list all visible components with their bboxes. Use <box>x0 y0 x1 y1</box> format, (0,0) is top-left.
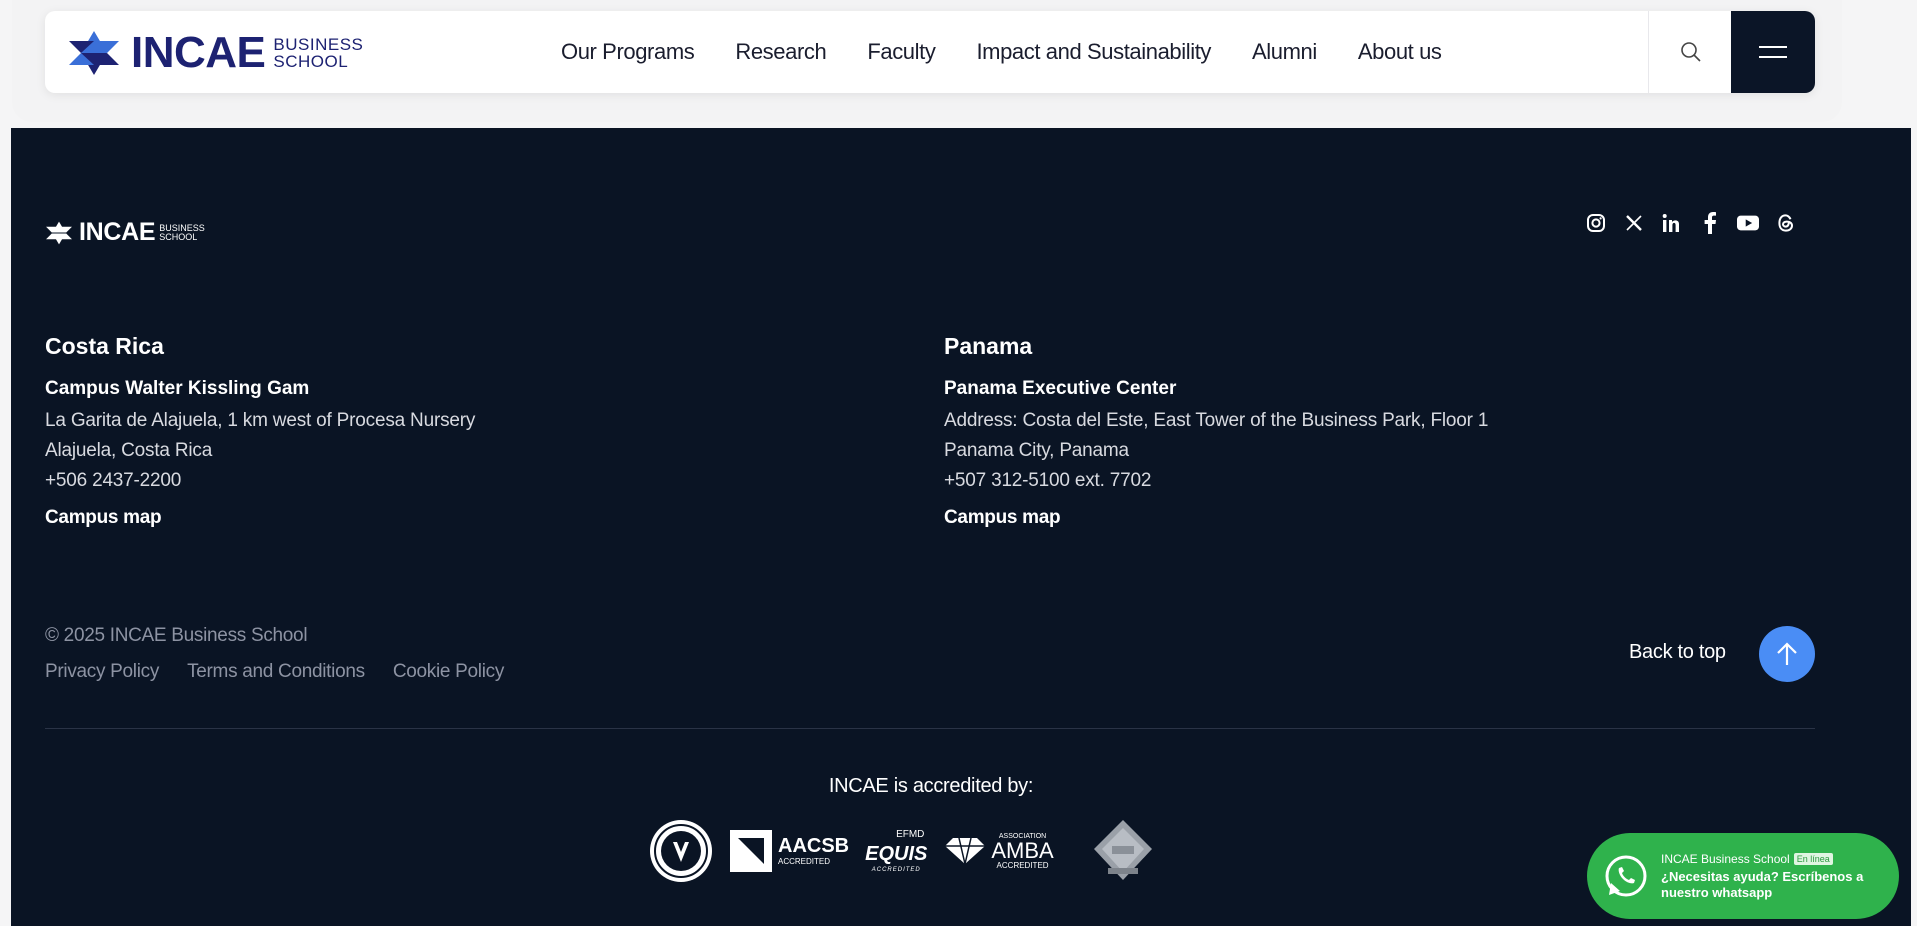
panama-city-line: Panama City, Panama <box>944 440 1129 461</box>
logo-sub-line1: BUSINESS <box>273 35 364 54</box>
amba-sub: ACCREDITED <box>996 860 1049 870</box>
nav-about-us[interactable]: About us <box>1358 39 1442 65</box>
whatsapp-name: INCAE Business School <box>1661 851 1790 866</box>
whatsapp-message: ¿Necesitas ayuda? Escríbenos a nuestro w… <box>1661 868 1864 900</box>
back-to-top-label[interactable]: Back to top <box>1629 641 1726 664</box>
navigation-bar: INCAE BUSINESS SCHOOL Our Programs Resea… <box>45 11 1815 93</box>
amba-badge: ASSOCIATION AMBA ACCREDITED <box>943 833 1054 870</box>
incae-star-logo-icon <box>69 31 119 75</box>
cookie-policy-link[interactable]: Cookie Policy <box>393 661 505 683</box>
seal-badge-icon <box>648 818 714 884</box>
equis-sub: ACCREDITED <box>871 866 921 873</box>
footer-logo-sub-line2: SCHOOL <box>159 231 198 242</box>
costa-rica-city-line: Alajuela, Costa Rica <box>45 440 213 461</box>
costa-rica-contact: Costa Rica Campus Walter Kissling Gam La… <box>45 333 475 529</box>
aacsb-logo-icon <box>730 830 772 872</box>
whatsapp-chat-widget[interactable]: INCAE Business School En línea ¿Necesita… <box>1587 833 1899 919</box>
footer-divider <box>45 728 1815 729</box>
social-links <box>1585 212 1813 234</box>
terms-conditions-link[interactable]: Terms and Conditions <box>187 661 365 683</box>
linkedin-icon[interactable] <box>1661 212 1683 234</box>
panama-address-line: Address: Costa del Este, East Tower of t… <box>944 410 1489 431</box>
costa-rica-heading: Costa Rica <box>45 333 164 359</box>
search-button[interactable] <box>1648 11 1732 93</box>
logo-sub-line2: SCHOOL <box>273 52 349 71</box>
x-icon[interactable] <box>1623 212 1645 234</box>
costa-rica-address-line: La Garita de Alajuela, 1 km west of Proc… <box>45 410 476 431</box>
facebook-icon[interactable] <box>1699 212 1721 234</box>
youtube-icon[interactable] <box>1737 212 1759 234</box>
site-footer: INCAE BUSINESS SCHOOL Costa Rica Campus … <box>11 128 1911 926</box>
logo-subtitle: BUSINESS SCHOOL <box>273 36 363 70</box>
footer-logo-wordmark: INCAE <box>79 218 156 246</box>
panama-campus-name: Panama Executive Center <box>944 378 1177 399</box>
arrow-up-icon <box>1777 642 1797 665</box>
threads-icon[interactable] <box>1775 212 1797 234</box>
copyright: © 2025 INCAE Business School <box>45 625 308 646</box>
search-icon <box>1680 42 1701 62</box>
equis-badge: EFMD EQUIS ACCREDITED <box>865 828 928 873</box>
accreditation-title: INCAE is accredited by: <box>828 775 1034 797</box>
online-status-badge: En línea <box>1793 852 1833 865</box>
costa-rica-campus-name: Campus Walter Kissling Gam <box>45 378 310 399</box>
panama-contact: Panama Panama Executive Center Address: … <box>944 333 1488 529</box>
hamburger-menu-icon <box>1759 38 1787 66</box>
panama-phone[interactable]: +507 312-5100 ext. 7702 <box>944 466 1488 496</box>
panama-heading: Panama <box>944 333 1033 359</box>
nav-research[interactable]: Research <box>735 39 826 65</box>
aacsb-sub: ACCREDITED <box>778 857 831 866</box>
costa-rica-campus-map-link[interactable]: Campus map <box>45 507 475 529</box>
panama-campus-map-link[interactable]: Campus map <box>944 507 1488 529</box>
nav-alumni[interactable]: Alumni <box>1252 39 1317 65</box>
privacy-policy-link[interactable]: Privacy Policy <box>45 661 159 683</box>
bga-badge-icon <box>1090 818 1156 884</box>
equis-name: EQUIS <box>865 842 928 865</box>
footer-logo-subtitle: BUSINESS SCHOOL <box>159 223 205 242</box>
costa-rica-phone[interactable]: +506 2437-2200 <box>45 466 475 496</box>
instagram-icon[interactable] <box>1585 212 1607 234</box>
nav-our-programs[interactable]: Our Programs <box>561 39 695 65</box>
amba-diamond-icon <box>945 837 986 865</box>
nav-faculty[interactable]: Faculty <box>867 39 936 65</box>
footer-logo[interactable]: INCAE BUSINESS SCHOOL <box>45 218 205 247</box>
menu-button[interactable] <box>1731 11 1815 93</box>
incae-star-logo-icon <box>46 221 72 244</box>
accreditation-badges: AACSB ACCREDITED EFMD EQUIS ACCREDITED A… <box>648 818 1172 884</box>
logo-wordmark: INCAE <box>131 28 266 77</box>
amba-name: AMBA <box>991 837 1054 863</box>
aacsb-badge: AACSB ACCREDITED <box>730 830 849 872</box>
whatsapp-icon <box>1605 855 1647 897</box>
whatsapp-text: INCAE Business School En línea ¿Necesita… <box>1661 852 1891 901</box>
aacsb-name: AACSB <box>778 835 850 857</box>
efmd-label: EFMD <box>896 828 925 840</box>
main-nav: Our Programs Research Faculty Impact and… <box>561 39 1483 65</box>
back-to-top-button[interactable] <box>1759 626 1815 682</box>
incae-logo[interactable]: INCAE BUSINESS SCHOOL <box>67 28 363 78</box>
nav-impact-sustainability[interactable]: Impact and Sustainability <box>976 39 1211 65</box>
legal-links: Privacy Policy Terms and Conditions Cook… <box>45 661 532 683</box>
